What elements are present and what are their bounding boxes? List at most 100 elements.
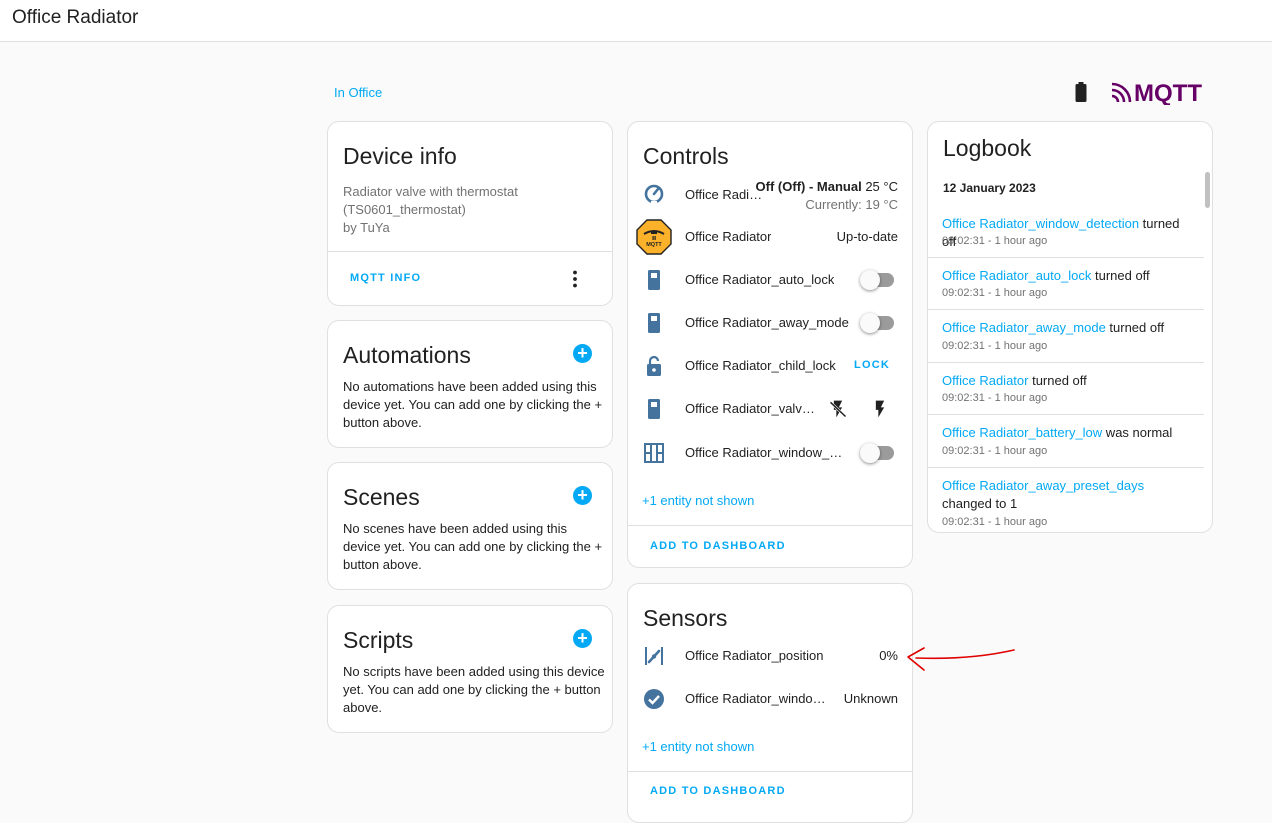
auto-lock-row: Office Radiator_auto_lock: [628, 260, 912, 300]
climate-current: Currently: 19 °C: [805, 197, 898, 212]
log-entry-entity-link[interactable]: Office Radiator_away_preset_days: [942, 478, 1144, 493]
update-entity-picture: MQTT: [636, 219, 672, 255]
svg-text:MQTT: MQTT: [1134, 80, 1202, 105]
log-entry-entity-link[interactable]: Office Radiator_battery_low: [942, 425, 1102, 440]
log-entry-message: turned off: [1028, 373, 1087, 388]
log-entry-message: turned off: [1091, 268, 1150, 283]
log-entry-message: changed to 1: [942, 496, 1018, 511]
log-entry: Office Radiator_away_mode turned off 09:…: [928, 309, 1204, 363]
more-vert-icon[interactable]: [563, 267, 587, 291]
climate-target: 25 °C: [865, 179, 898, 194]
log-entry: Office Radiator_away_preset_days changed…: [928, 467, 1204, 532]
window-sensor-row[interactable]: Office Radiator_window_… Unknown: [628, 679, 912, 719]
battery-icon[interactable]: [1074, 82, 1088, 102]
sensors-card: Sensors Office Radiator_position 0% Offi…: [627, 583, 913, 823]
switch-icon: [648, 270, 660, 290]
log-entry: Office Radiator_battery_low was normal 0…: [928, 414, 1204, 468]
auto-lock-name: Office Radiator_auto_lock: [685, 272, 835, 287]
window-closed-icon: [644, 443, 664, 463]
log-entry-entity-link[interactable]: Office Radiator_auto_lock: [942, 268, 1091, 283]
log-entry-time: 09:02:31 - 1 hour ago: [942, 235, 1048, 247]
log-entry-entity-link[interactable]: Office Radiator_window_detection: [942, 216, 1139, 231]
scripts-empty-text: No scripts have been added using this de…: [343, 664, 605, 715]
lock-button[interactable]: LOCK: [854, 359, 890, 371]
log-entry: Office Radiator turned off 09:02:31 - 1 …: [928, 362, 1204, 415]
window-sensor-state: Unknown: [843, 691, 898, 706]
sensors-actions: ADD TO DASHBOARD: [628, 771, 912, 822]
child-lock-name: Office Radiator_child_lock: [685, 358, 836, 373]
switch-icon: [648, 313, 660, 333]
device-info-card: Device info Radiator valve with thermost…: [327, 121, 613, 306]
sensors-title: Sensors: [643, 605, 728, 631]
log-entry-time: 09:02:31 - 1 hour ago: [942, 392, 1048, 404]
away-mode-row: Office Radiator_away_mode: [628, 303, 912, 343]
window-detection-name: Office Radiator_window_de…: [685, 445, 847, 460]
valve-row: Office Radiator_valve…: [628, 389, 912, 429]
lock-open-icon: [647, 355, 661, 376]
scripts-card: Scripts + No scripts have been added usi…: [327, 605, 613, 733]
sensors-more-entities-link[interactable]: +1 entity not shown: [642, 739, 754, 754]
away-mode-name: Office Radiator_away_mode: [685, 315, 849, 330]
device-model-id: (TS0601_thermostat): [343, 202, 466, 217]
switch-icon: [648, 399, 660, 419]
window-sensor-name: Office Radiator_window_…: [685, 691, 833, 706]
scenes-title: Scenes: [343, 484, 420, 510]
position-state: 0%: [879, 648, 898, 663]
log-entry: Office Radiator_window_detection turned …: [928, 205, 1204, 258]
logbook-date: 12 January 2023: [943, 181, 1036, 195]
climate-name: Office Radi…: [685, 187, 763, 202]
climate-state: Off (Off) - Manual: [755, 179, 862, 194]
update-row[interactable]: MQTT Office Radiator Up-to-date: [628, 217, 912, 257]
mqtt-logo: MQTT: [1111, 80, 1202, 105]
area-link[interactable]: In Office: [334, 85, 382, 100]
log-entry-message: was normal: [1102, 425, 1173, 440]
auto-lock-toggle[interactable]: [860, 270, 894, 290]
log-entry-message: turned off: [1105, 320, 1165, 335]
log-entry-time: 09:02:31 - 1 hour ago: [942, 287, 1048, 299]
flash-icon[interactable]: [870, 399, 890, 419]
top-bar: Office Radiator: [0, 0, 1272, 42]
child-lock-row: Office Radiator_child_lock LOCK: [628, 346, 912, 386]
valve-position-icon: [645, 647, 663, 665]
add-automation-button[interactable]: +: [573, 344, 592, 363]
controls-add-to-dashboard-button[interactable]: ADD TO DASHBOARD: [650, 540, 786, 552]
device-info-actions: MQTT INFO: [328, 251, 612, 305]
log-entry-entity-link[interactable]: Office Radiator: [942, 373, 1028, 388]
device-info-title: Device info: [343, 143, 457, 169]
valve-name: Office Radiator_valve…: [685, 401, 815, 416]
add-script-button[interactable]: +: [573, 629, 592, 648]
controls-more-entities-link[interactable]: +1 entity not shown: [642, 493, 754, 508]
thermostat-icon: [644, 184, 664, 205]
log-entry-time: 09:02:31 - 1 hour ago: [942, 445, 1048, 457]
controls-card: Controls Office Radi… Off (Off) - Manual…: [627, 121, 913, 568]
climate-row[interactable]: Office Radi… Off (Off) - Manual 25 °C Cu…: [628, 174, 912, 214]
page-title: Office Radiator: [12, 7, 139, 28]
position-name: Office Radiator_position: [685, 648, 824, 663]
logbook-scrollbar[interactable]: [1205, 172, 1210, 208]
log-entry-entity-link[interactable]: Office Radiator_away_mode: [942, 320, 1106, 335]
device-model: Radiator valve with thermostat: [343, 184, 518, 199]
add-scene-button[interactable]: +: [573, 486, 592, 505]
scenes-empty-text: No scenes have been added using this dev…: [343, 521, 603, 572]
logbook-title: Logbook: [943, 135, 1032, 161]
svg-text:MQTT: MQTT: [646, 242, 662, 248]
log-entry-time: 09:02:31 - 1 hour ago: [942, 340, 1048, 352]
window-detection-toggle[interactable]: [860, 443, 894, 463]
update-state: Up-to-date: [836, 229, 898, 244]
automations-title: Automations: [343, 342, 471, 368]
flash-off-icon[interactable]: [828, 399, 848, 419]
scenes-card: Scenes + No scenes have been added using…: [327, 462, 613, 590]
device-manufacturer: by TuYa: [343, 220, 390, 235]
mqtt-info-button[interactable]: MQTT INFO: [350, 272, 421, 284]
update-name: Office Radiator: [685, 229, 772, 244]
automations-empty-text: No automations have been added using thi…: [343, 379, 603, 430]
away-mode-toggle[interactable]: [860, 313, 894, 333]
log-entry-time: 09:02:31 - 1 hour ago: [942, 516, 1048, 528]
controls-title: Controls: [643, 143, 729, 169]
automations-card: Automations + No automations have been a…: [327, 320, 613, 448]
controls-actions: ADD TO DASHBOARD: [628, 525, 912, 567]
annotation-arrow: [907, 647, 1015, 671]
sensors-add-to-dashboard-button[interactable]: ADD TO DASHBOARD: [650, 785, 786, 797]
logbook-card: Logbook 12 January 2023 Office Radiator_…: [927, 121, 1213, 533]
position-row[interactable]: Office Radiator_position 0%: [628, 636, 912, 676]
